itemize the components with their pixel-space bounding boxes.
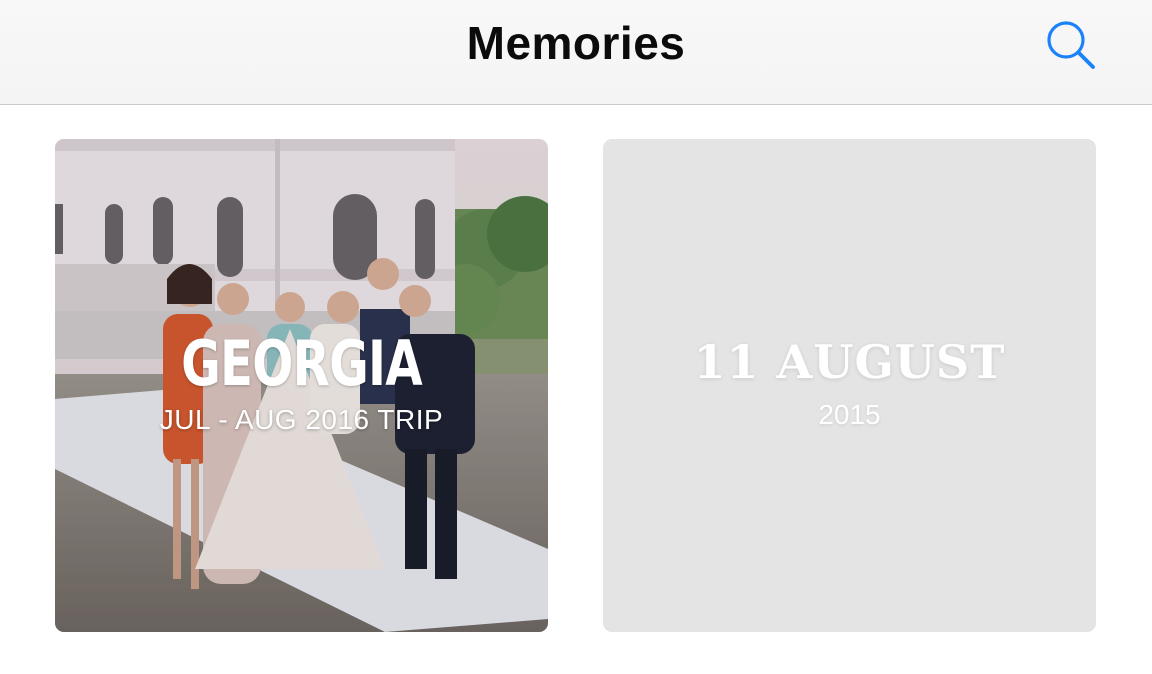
page-title: Memories <box>466 17 686 69</box>
memory-title: 11 AUGUST <box>693 335 1006 389</box>
navigation-bar: Memories <box>0 0 1152 105</box>
memory-card-11-august[interactable]: 11 AUGUST 2015 <box>603 139 1096 632</box>
memory-subtitle: JUL - AUG 2016 TRIP <box>159 404 444 435</box>
memory-title: GEORGIA <box>181 327 423 400</box>
search-button[interactable] <box>1040 14 1102 76</box>
search-icon <box>1047 21 1095 69</box>
memory-subtitle: 2015 <box>818 399 881 430</box>
memory-card-georgia[interactable]: GEORGIA JUL - AUG 2016 TRIP <box>55 139 548 632</box>
memories-grid: GEORGIA JUL - AUG 2016 TRIP 11 AUGUST 20… <box>0 105 1152 674</box>
